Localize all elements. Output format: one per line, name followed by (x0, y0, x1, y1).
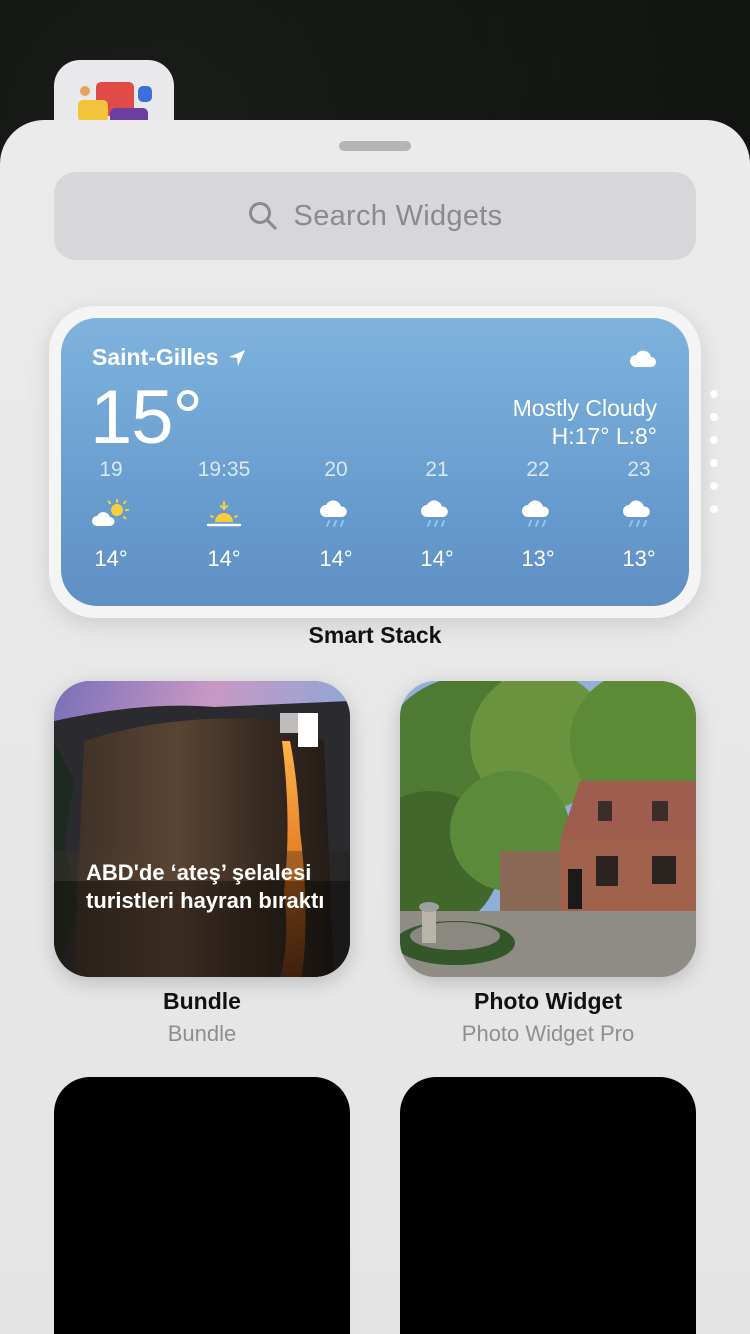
cloud-icon (629, 348, 657, 373)
rain-icon (589, 484, 689, 544)
hour-temp: 14° (94, 546, 128, 571)
page-dot (710, 459, 718, 467)
hour-forecast: 20 14° (286, 458, 386, 572)
hour-time: 23 (627, 458, 651, 481)
weather-widget[interactable]: Saint-Gilles 15° Mostly Cloudy H:17° L:8… (61, 318, 689, 606)
weather-location: Saint-Gilles (92, 344, 247, 371)
photo-widget-app: Photo Widget Pro (461, 1021, 635, 1046)
hour-time: 20 (324, 458, 348, 481)
hour-forecast: 21 14° (387, 458, 487, 572)
rain-icon (286, 484, 386, 544)
weather-condition: Mostly Cloudy (512, 395, 657, 421)
photo-widget[interactable] (400, 681, 696, 977)
page-dot (710, 390, 718, 398)
bundle-headline: ABD'de ‘ateş’ şelalesi turistleri hayran… (86, 860, 325, 913)
hour-temp: 14° (319, 546, 353, 571)
weather-high-low: H:17° L:8° (551, 423, 657, 449)
photo-label-block: Photo Widget Photo Widget Pro (398, 988, 698, 1047)
hour-time: 22 (526, 458, 550, 481)
page-dot (710, 505, 718, 513)
bundle-widget-name: Bundle (163, 988, 241, 1014)
bundle-label-block: Bundle Bundle (52, 988, 352, 1047)
hour-temp: 13° (622, 546, 656, 571)
bundle-logo-icon (280, 713, 318, 747)
bundle-widget[interactable]: ABD'de ‘ateş’ şelalesi turistleri hayran… (54, 681, 350, 977)
sunset-icon (174, 484, 274, 544)
widget-gallery-sheet: Search Widgets Saint-Gilles 15° Mostly C… (0, 120, 750, 1334)
widget-placeholder[interactable] (400, 1077, 696, 1334)
page-dot (710, 482, 718, 490)
weather-condition-block: Mostly Cloudy H:17° L:8° (513, 394, 657, 450)
sheet-grabber[interactable] (339, 141, 411, 151)
hour-forecast: 19:35 14° (174, 458, 274, 572)
hour-time: 19 (99, 458, 123, 481)
hour-temp: 14° (420, 546, 454, 571)
hour-time: 21 (425, 458, 449, 481)
hour-temp: 13° (521, 546, 555, 571)
search-placeholder: Search Widgets (293, 199, 503, 232)
search-widgets-field[interactable]: Search Widgets (54, 172, 696, 260)
widget-placeholder[interactable] (54, 1077, 350, 1334)
search-icon (248, 202, 277, 230)
partly-cloudy-icon (61, 484, 161, 544)
hour-forecast: 23 13° (589, 458, 689, 572)
weather-current-temp: 15° (90, 375, 203, 460)
hour-temp: 14° (207, 546, 241, 571)
smart-stack-label: Smart Stack (308, 622, 442, 648)
photo-widget-name: Photo Widget (474, 988, 622, 1014)
stack-page-indicator (710, 390, 720, 528)
rain-icon (488, 484, 588, 544)
page-dot (710, 436, 718, 444)
hour-time: 19:35 (197, 458, 251, 481)
page-dot-active (710, 413, 718, 421)
photo-illustration (400, 681, 696, 977)
hour-forecast: 19 14° (61, 458, 161, 572)
bundle-widget-app: Bundle (167, 1021, 237, 1046)
rain-icon (387, 484, 487, 544)
weather-city: Saint-Gilles (92, 344, 219, 370)
hourly-forecast: 19 14° 19:35 14° 20 14° 21 14° 22 13° 23… (61, 458, 689, 588)
hour-forecast: 22 13° (488, 458, 588, 572)
location-arrow-icon (228, 349, 245, 366)
